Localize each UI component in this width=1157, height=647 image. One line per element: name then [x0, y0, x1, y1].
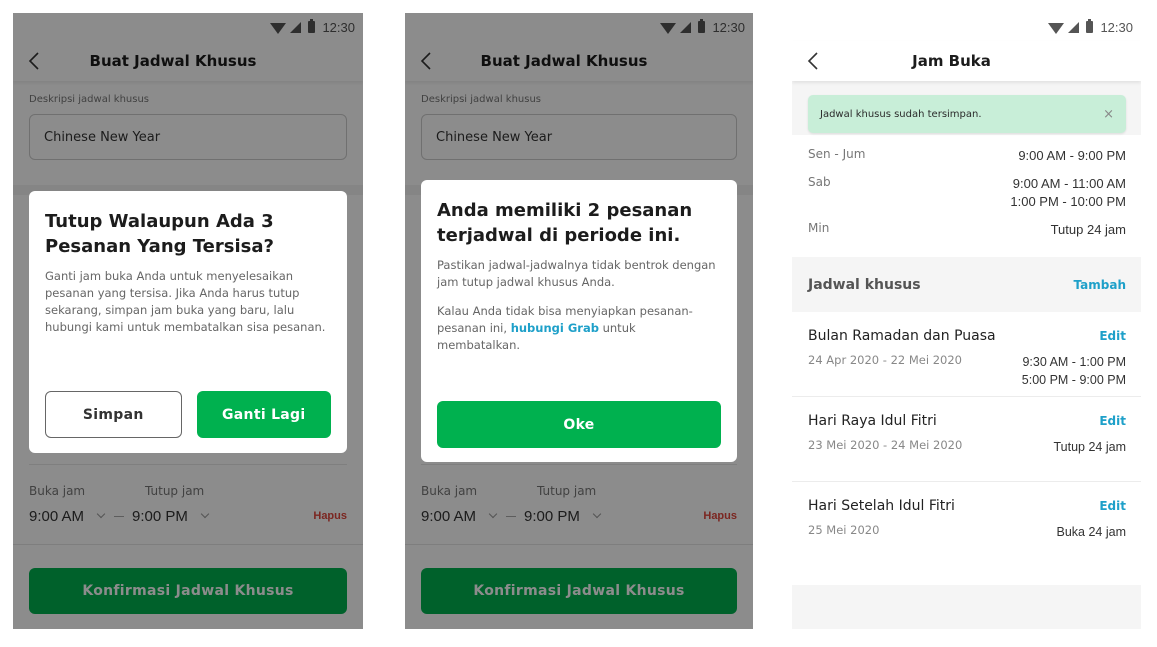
cellular-signal-icon: [1068, 21, 1080, 33]
hours-row: Min Tutup 24 jam: [808, 221, 1126, 239]
hours-row: Sab 9:00 AM - 11:00 AM 1:00 PM - 10:00 PM: [808, 175, 1126, 211]
opening-hours-content: Jadwal khusus sudah tersimpan. × Sen - J…: [792, 81, 1141, 629]
hours-range: Tutup 24 jam: [1053, 440, 1127, 454]
list-item: Hari Setelah Idul Fitri Edit 25 Mei 2020 B…: [792, 482, 1141, 568]
dialog-body: Ganti jam buka Anda untuk menyelesaikan …: [45, 268, 331, 336]
hours-range: 9:00 AM - 11:00 AM: [1012, 176, 1126, 191]
hours-value: 9:00 AM - 11:00 AM 1:00 PM - 10:00 PM: [1010, 175, 1126, 211]
schedule-dates: 24 Apr 2020 - 22 Mei 2020: [808, 353, 962, 367]
schedule-dates: 23 Mei 2020 - 24 Mei 2020: [808, 438, 963, 452]
dialog-body: Pastikan jadwal-jadwalnya tidak bentrok …: [437, 257, 721, 354]
special-schedule-list: Bulan Ramadan dan Puasa Edit 24 Apr 2020 …: [792, 312, 1141, 568]
status-time: 12:30: [1100, 19, 1133, 35]
schedule-name: Bulan Ramadan dan Puasa: [808, 328, 996, 344]
bottom-spacer: [792, 585, 1141, 629]
hours-row: Sen - Jum 9:00 AM - 9:00 PM: [808, 147, 1126, 165]
schedule-dates: 25 Mei 2020: [808, 523, 880, 537]
app-bar: Jam Buka: [792, 41, 1141, 81]
wifi-icon: [1048, 22, 1065, 34]
screen-opening-hours: 12:30 Jam Buka Jadwal khusus sudah tersi…: [792, 13, 1141, 629]
dialog-body-text: Ganti jam buka Anda untuk menyelesaikan …: [45, 269, 326, 334]
contact-grab-link[interactable]: hubungi Grab: [511, 321, 599, 335]
hours-range: 5:00 PM - 9:00 PM: [1021, 373, 1126, 387]
alert-message: Jadwal khusus sudah tersimpan.: [820, 108, 982, 120]
hours-range: 1:00 PM - 10:00 PM: [1010, 194, 1126, 209]
hours-range: Buka 24 jam: [1056, 525, 1126, 539]
edit-button[interactable]: Edit: [1099, 414, 1126, 428]
dialog-actions: Oke: [437, 401, 721, 448]
close-anyway-dialog: Tutup Walaupun Ada 3 Pesanan Yang Tersis…: [29, 191, 347, 453]
edit-button[interactable]: Edit: [1099, 329, 1126, 343]
status-bar: 12:30: [792, 13, 1141, 41]
screen-scheduled-orders-dialog: 12:30 Buat Jadwal Khusus Deskripsi jadwa…: [405, 13, 753, 629]
page-title: Jam Buka: [912, 52, 991, 70]
back-arrow-icon[interactable]: [802, 49, 826, 73]
hours-range: Tutup 24 jam: [1050, 222, 1126, 237]
dialog-body-text: Pastikan jadwal-jadwalnya tidak bentrok …: [437, 258, 716, 289]
schedule-hours: Tutup 24 jam: [1054, 438, 1127, 456]
schedule-hours: 9:30 AM - 1:00 PM 5:00 PM - 9:00 PM: [1022, 353, 1126, 389]
dialog-title: Anda memiliki 2 pesanan terjadwal di per…: [437, 200, 693, 246]
dialog-title: Tutup Walaupun Ada 3 Pesanan Yang Tersis…: [45, 211, 274, 257]
screen-close-anyway-dialog: 12:30 Buat Jadwal Khusus Deskripsi jadwa…: [13, 13, 363, 629]
list-item: Hari Raya Idul Fitri Edit 23 Mei 2020 - 2…: [792, 397, 1141, 482]
hours-range: 9:00 AM - 9:00 PM: [1018, 148, 1126, 163]
edit-button[interactable]: Edit: [1099, 499, 1126, 513]
schedule-hours: Buka 24 jam: [1057, 523, 1126, 541]
save-button[interactable]: Simpan: [45, 391, 182, 438]
day-label: Sab: [808, 175, 831, 189]
hours-value: Tutup 24 jam: [1051, 221, 1126, 239]
dialog-body-text: Kalau Anda tidak bisa menyiapkan pesanan…: [437, 303, 721, 354]
battery-icon: [1086, 19, 1094, 33]
dialog-actions: Simpan Ganti Lagi: [45, 391, 331, 438]
ok-button[interactable]: Oke: [437, 401, 721, 448]
success-alert: Jadwal khusus sudah tersimpan. ×: [808, 95, 1126, 133]
hours-value: 9:00 AM - 9:00 PM: [1018, 147, 1126, 165]
add-special-schedule-button[interactable]: Tambah: [1074, 278, 1126, 292]
day-label: Sen - Jum: [808, 147, 866, 161]
list-item: Bulan Ramadan dan Puasa Edit 24 Apr 2020 …: [792, 312, 1141, 397]
scheduled-orders-dialog: Anda memiliki 2 pesanan terjadwal di per…: [421, 180, 737, 462]
special-schedule-header: Jadwal khusus Tambah: [792, 257, 1141, 312]
regular-hours-list: Sen - Jum 9:00 AM - 9:00 PM Sab 9:00 AM …: [808, 147, 1126, 249]
close-icon[interactable]: ×: [1103, 107, 1114, 122]
hours-range: 9:30 AM - 1:00 PM: [1022, 355, 1126, 369]
schedule-name: Hari Setelah Idul Fitri: [808, 498, 955, 514]
day-label: Min: [808, 221, 830, 235]
section-title: Jadwal khusus: [808, 276, 921, 293]
change-again-button[interactable]: Ganti Lagi: [196, 391, 331, 438]
schedule-name: Hari Raya Idul Fitri: [808, 413, 937, 429]
